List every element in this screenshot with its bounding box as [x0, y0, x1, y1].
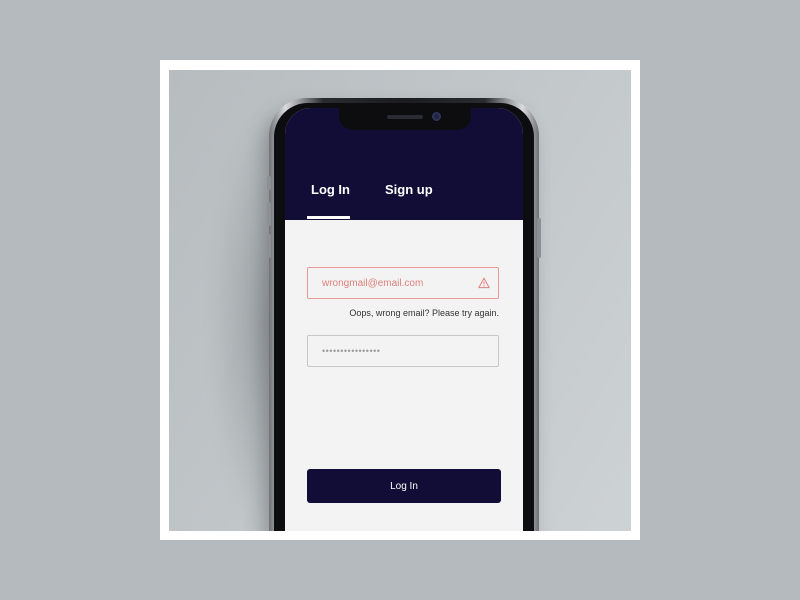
log-in-button[interactable]: Log In	[307, 469, 501, 503]
warning-triangle-icon	[478, 277, 490, 289]
phone-notch	[339, 108, 471, 130]
phone-power-button	[537, 218, 541, 258]
email-error-message: Oops, wrong email? Please try again.	[349, 308, 499, 318]
tab-sign-up[interactable]: Sign up	[385, 182, 433, 197]
phone-mute-switch	[267, 176, 271, 190]
email-input[interactable]	[308, 268, 498, 298]
phone-screen: Log In Sign up Oops, wrong email? Please…	[285, 108, 523, 531]
email-field[interactable]	[307, 267, 499, 299]
password-field[interactable]	[307, 335, 499, 367]
password-input[interactable]	[308, 336, 498, 366]
front-camera	[432, 112, 441, 121]
active-tab-indicator	[307, 216, 350, 219]
speaker-grille	[387, 115, 423, 119]
phone-volume-down	[267, 234, 271, 258]
white-frame: Log In Sign up Oops, wrong email? Please…	[160, 60, 640, 540]
tab-log-in[interactable]: Log In	[311, 182, 350, 197]
mockup-background: Log In Sign up Oops, wrong email? Please…	[169, 70, 631, 531]
phone-volume-up	[267, 202, 271, 226]
phone-device: Log In Sign up Oops, wrong email? Please…	[267, 98, 541, 531]
